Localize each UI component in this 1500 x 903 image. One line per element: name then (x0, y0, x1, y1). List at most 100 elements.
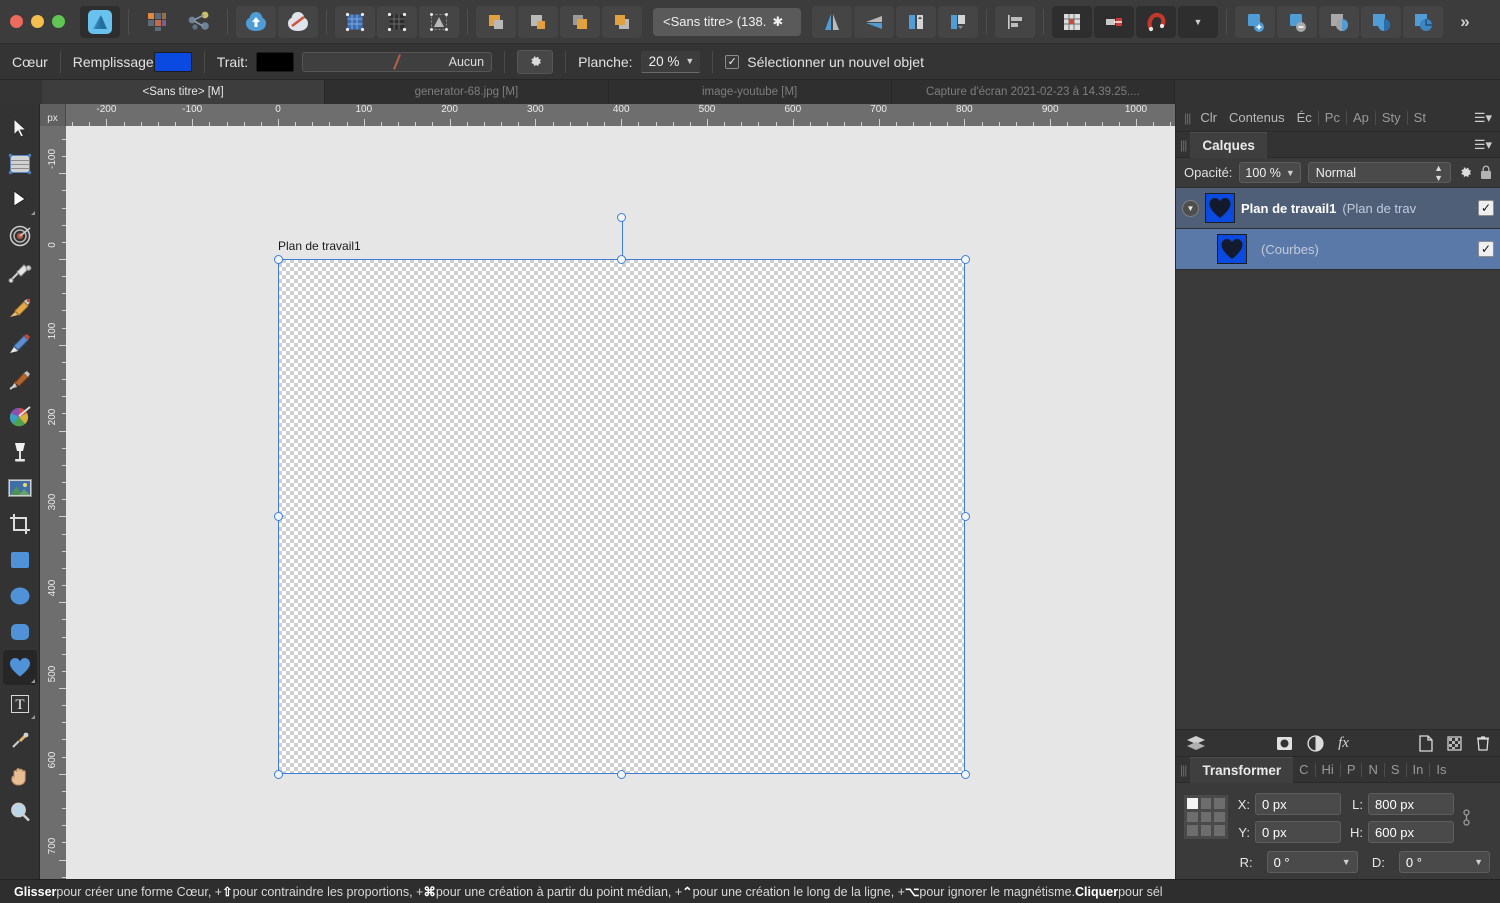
fx-icon[interactable]: fx (1338, 735, 1349, 752)
hand-tool[interactable] (3, 758, 37, 793)
node-tool[interactable] (3, 182, 37, 217)
heart-shape-tool[interactable] (2, 650, 37, 685)
design-canvas[interactable]: Plan de travail1 (66, 126, 1175, 879)
layer-visibility-checkbox[interactable]: ✓ (1478, 200, 1494, 216)
minimize-window-button[interactable] (31, 15, 44, 28)
blend-mode-select[interactable]: Normal ▲ ▼ (1307, 162, 1451, 183)
handle-top-right[interactable] (960, 254, 970, 264)
tab-sty[interactable]: Sty (1376, 110, 1407, 125)
tab-st[interactable]: St (1408, 110, 1432, 125)
document-tab-3[interactable]: Capture d'écran 2021-02-23 à 14.39.25...… (892, 80, 1175, 104)
handle-top-center[interactable] (617, 254, 626, 264)
color-picker-tool[interactable] (3, 722, 37, 757)
ellipse-tool[interactable] (3, 578, 37, 613)
panel-title-calques[interactable]: Calques (1190, 131, 1267, 158)
export-persona-icon[interactable] (179, 6, 219, 38)
board-zoom-dropdown[interactable]: 20 % ▼ (640, 50, 701, 73)
y-input[interactable]: 0 px (1255, 821, 1341, 843)
delete-layer-icon[interactable] (1476, 735, 1490, 751)
toolbar-overflow-button[interactable]: » (1445, 6, 1485, 38)
rectangle-tool[interactable] (3, 542, 37, 577)
snap-guides-icon[interactable] (1094, 5, 1134, 38)
anchor-middle-right[interactable] (1214, 811, 1225, 823)
flip-vertical-icon[interactable] (854, 5, 894, 38)
align-left-icon[interactable] (995, 5, 1035, 38)
handle-middle-left[interactable] (273, 512, 283, 521)
zoom-window-button[interactable] (52, 15, 65, 28)
anchor-top-center[interactable] (1200, 798, 1212, 809)
new-layer-icon[interactable] (1419, 734, 1433, 752)
rotate-right-icon[interactable] (938, 5, 978, 38)
shear-input[interactable]: 0 ° ▼ (1398, 851, 1491, 873)
tab-pc[interactable]: Pc (1319, 110, 1346, 125)
tab-ap[interactable]: Ap (1347, 110, 1375, 125)
tab-ec[interactable]: Éc (1291, 110, 1318, 125)
close-window-button[interactable] (10, 15, 23, 28)
layers-panel-menu-icon[interactable]: ☰▾ (1466, 137, 1500, 153)
width-input[interactable]: 800 px (1368, 793, 1454, 815)
link-chain-icon[interactable] (1462, 807, 1471, 829)
handle-top-left[interactable] (273, 254, 283, 264)
subtract-shapes-icon[interactable] (518, 5, 558, 38)
layer-row-artboard[interactable]: ▼ Plan de travail1 (Plan de trav ✓ (1176, 188, 1500, 229)
rotate-left-icon[interactable] (896, 5, 936, 38)
tab-in[interactable]: In (1407, 762, 1430, 777)
paint-brush-tool[interactable] (3, 362, 37, 397)
magnet-icon[interactable] (1136, 5, 1176, 38)
tab-clr[interactable]: Clr (1194, 110, 1223, 125)
adjustment-icon[interactable] (1319, 5, 1359, 38)
text-tool[interactable]: T (3, 686, 37, 721)
handle-middle-right[interactable] (960, 512, 970, 521)
chevron-down-icon[interactable]: ▼ (1178, 5, 1218, 38)
intersect-shapes-icon[interactable] (560, 5, 600, 38)
vertical-ruler[interactable]: -100 0 100 200 300 400 500 600 700 (40, 126, 66, 879)
disclosure-triangle-icon[interactable]: ▼ (1182, 199, 1199, 217)
move-tool[interactable] (3, 110, 37, 145)
pen-tool[interactable] (3, 254, 37, 289)
anchor-bottom-right[interactable] (1214, 825, 1225, 836)
remove-mask-icon[interactable] (1277, 5, 1317, 38)
vector-brush-tool[interactable] (3, 326, 37, 361)
handle-bottom-right[interactable] (960, 769, 970, 779)
handle-bottom-center[interactable] (617, 769, 626, 779)
mask-icon[interactable] (1276, 736, 1293, 751)
pixel-persona-icon[interactable] (137, 6, 177, 38)
tab-p[interactable]: P (1341, 762, 1362, 777)
lock-icon[interactable] (1480, 165, 1492, 180)
tab-s[interactable]: S (1385, 762, 1406, 777)
x-input[interactable]: 0 px (1255, 793, 1341, 815)
tab-is[interactable]: Is (1430, 762, 1452, 777)
transform-object-icon[interactable] (419, 5, 459, 38)
anchor-middle-left[interactable] (1187, 811, 1198, 823)
rotation-input[interactable]: 0 ° ▼ (1266, 851, 1358, 873)
grid-blue-icon[interactable] (335, 5, 375, 38)
affinity-designer-icon[interactable] (80, 5, 120, 38)
document-tab-1[interactable]: generator-68.jpg [M] (325, 80, 609, 104)
document-tab-0[interactable]: <Sans titre> [M] (42, 80, 326, 104)
tab-transformer[interactable]: Transformer (1190, 756, 1294, 783)
tab-n[interactable]: N (1362, 762, 1383, 777)
fill-tool[interactable] (3, 434, 37, 469)
anchor-center[interactable] (1200, 811, 1212, 823)
zoom-tool[interactable] (3, 794, 37, 829)
artboard-tool[interactable] (3, 146, 37, 181)
anchor-top-right[interactable] (1214, 798, 1225, 809)
pencil-tool[interactable] (3, 290, 37, 325)
add-shapes-icon[interactable] (476, 5, 516, 38)
grid-dark-icon[interactable] (377, 5, 417, 38)
show-grid-icon[interactable] (1052, 5, 1092, 38)
select-new-object-toggle[interactable]: ✓ Sélectionner un nouvel objet (725, 54, 924, 70)
rounded-rectangle-tool[interactable] (3, 614, 37, 649)
opacity-input[interactable]: 100 % ▼ (1239, 162, 1301, 183)
crop-tool[interactable] (3, 506, 37, 541)
anchor-bottom-left[interactable] (1187, 825, 1198, 836)
flip-horizontal-icon[interactable] (812, 5, 852, 38)
no-document-icon[interactable] (278, 5, 318, 38)
handle-bottom-left[interactable] (273, 769, 283, 779)
adjustment-icon[interactable] (1307, 734, 1324, 752)
panel-menu-icon[interactable]: ☰▾ (1466, 110, 1500, 126)
layer-visibility-checkbox[interactable]: ✓ (1478, 241, 1494, 257)
place-image-tool[interactable] (3, 470, 37, 505)
gear-icon[interactable] (1458, 165, 1473, 180)
new-pixel-layer-icon[interactable] (1447, 735, 1462, 751)
